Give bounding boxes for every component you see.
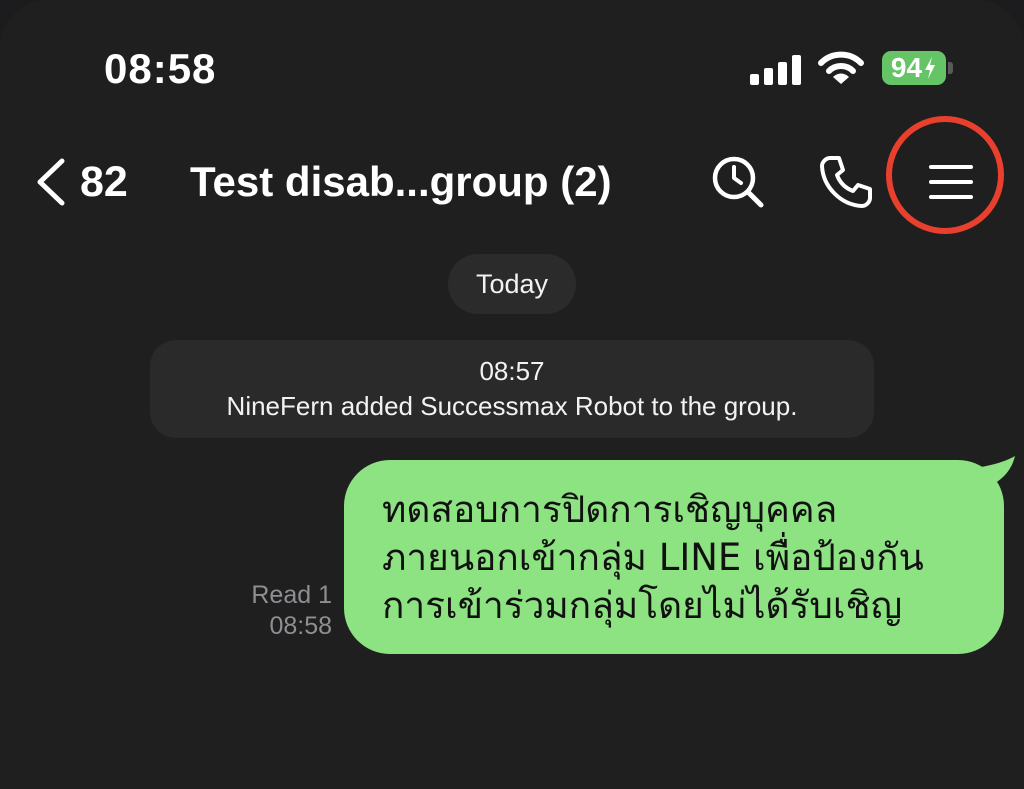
call-icon bbox=[820, 156, 872, 208]
charging-bolt-icon bbox=[925, 57, 936, 79]
battery-cap bbox=[948, 62, 953, 74]
chat-screen: 08:58 94 82 Test disab...group (2) Today… bbox=[0, 0, 1024, 789]
date-separator: Today bbox=[448, 254, 576, 314]
message-line: ภายนอกเข้ากลุ่ม LINE เพื่อป้องกัน bbox=[382, 536, 924, 579]
status-time: 08:58 bbox=[104, 45, 217, 92]
system-message-text: NineFern added Successmax Robot to the g… bbox=[226, 391, 798, 421]
message-line: ทดสอบการปิดการเชิญบุคคล bbox=[382, 488, 838, 531]
message-bubble[interactable]: ทดสอบการปิดการเชิญบุคคล ภายนอกเข้ากลุ่ม … bbox=[344, 460, 1004, 654]
highlight-circle bbox=[886, 116, 1004, 234]
battery-level: 94 bbox=[890, 52, 923, 83]
battery-charging-icon: 94 bbox=[882, 51, 946, 85]
call-button[interactable] bbox=[816, 152, 876, 212]
wifi-icon bbox=[818, 51, 864, 84]
message-line: การเข้าร่วมกลุ่มโดยไม่ได้รับเชิญ bbox=[382, 584, 903, 627]
chat-title[interactable]: Test disab...group (2) bbox=[190, 150, 612, 214]
read-status: Read 1 bbox=[251, 581, 332, 609]
cellular-signal-icon bbox=[750, 55, 802, 85]
chevron-left-icon bbox=[37, 158, 65, 206]
search-button[interactable] bbox=[708, 152, 768, 212]
read-receipt: Read 1 08:58 bbox=[236, 580, 332, 642]
unread-count: 82 bbox=[80, 158, 128, 206]
message-time: 08:58 bbox=[269, 612, 332, 640]
system-message-time: 08:57 bbox=[479, 356, 545, 386]
search-icon bbox=[712, 156, 764, 208]
system-message: 08:57 NineFern added Successmax Robot to… bbox=[150, 340, 874, 438]
back-button[interactable]: 82 bbox=[34, 150, 128, 214]
